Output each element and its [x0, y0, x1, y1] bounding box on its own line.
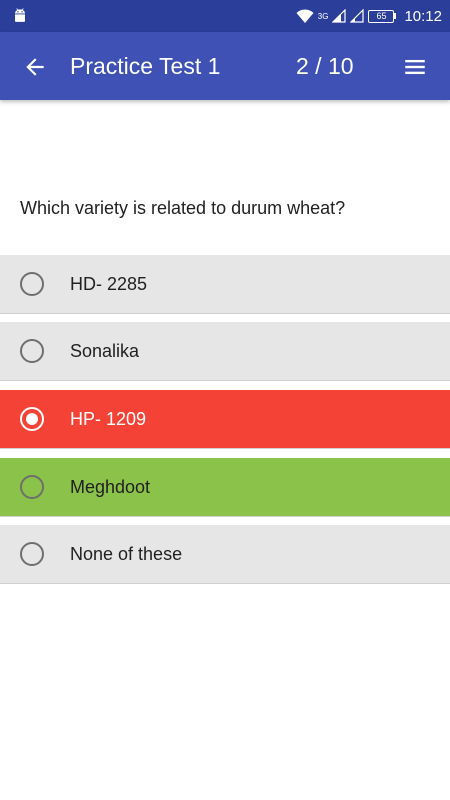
total-questions: 10	[327, 53, 354, 79]
option-1[interactable]: HD- 2285	[0, 255, 450, 314]
question-text: Which variety is related to durum wheat?	[20, 198, 346, 218]
page-title: Practice Test 1	[70, 53, 221, 79]
clock: 10:12	[404, 7, 442, 25]
current-question-number: 2	[296, 53, 309, 79]
battery-level: 65	[368, 9, 395, 23]
option-5[interactable]: None of these	[0, 525, 450, 584]
radio-icon[interactable]	[20, 272, 44, 296]
signal-icon-2	[350, 9, 365, 23]
android-icon	[15, 8, 25, 22]
option-label: Meghdoot	[70, 477, 151, 497]
option-4-correct[interactable]: Meghdoot	[0, 458, 450, 517]
option-label: HD- 2285	[70, 274, 148, 294]
radio-icon[interactable]	[20, 542, 44, 566]
menu-icon[interactable]	[402, 54, 428, 80]
status-bar: 3G 65 10:12	[0, 0, 450, 32]
option-label: Sonalika	[70, 341, 140, 361]
counter-separator: /	[308, 53, 328, 79]
radio-icon[interactable]	[20, 475, 44, 499]
back-arrow-icon[interactable]	[22, 54, 48, 80]
network-type-label: 3G	[317, 11, 329, 21]
status-icons: 3G 65 10:12	[296, 0, 442, 32]
battery-icon: 65	[368, 9, 397, 23]
option-label: HP- 1209	[70, 409, 147, 429]
app-bar: Practice Test 1 2 / 10	[0, 32, 450, 100]
question-counter: 2 / 10	[296, 52, 354, 80]
radio-icon[interactable]	[20, 339, 44, 363]
radio-checked-icon[interactable]	[20, 407, 44, 431]
option-2[interactable]: Sonalika	[0, 322, 450, 381]
signal-icon	[332, 9, 347, 23]
option-3-selected-wrong[interactable]: HP- 1209	[0, 390, 450, 449]
wifi-icon	[296, 8, 314, 24]
option-label: None of these	[70, 544, 183, 564]
